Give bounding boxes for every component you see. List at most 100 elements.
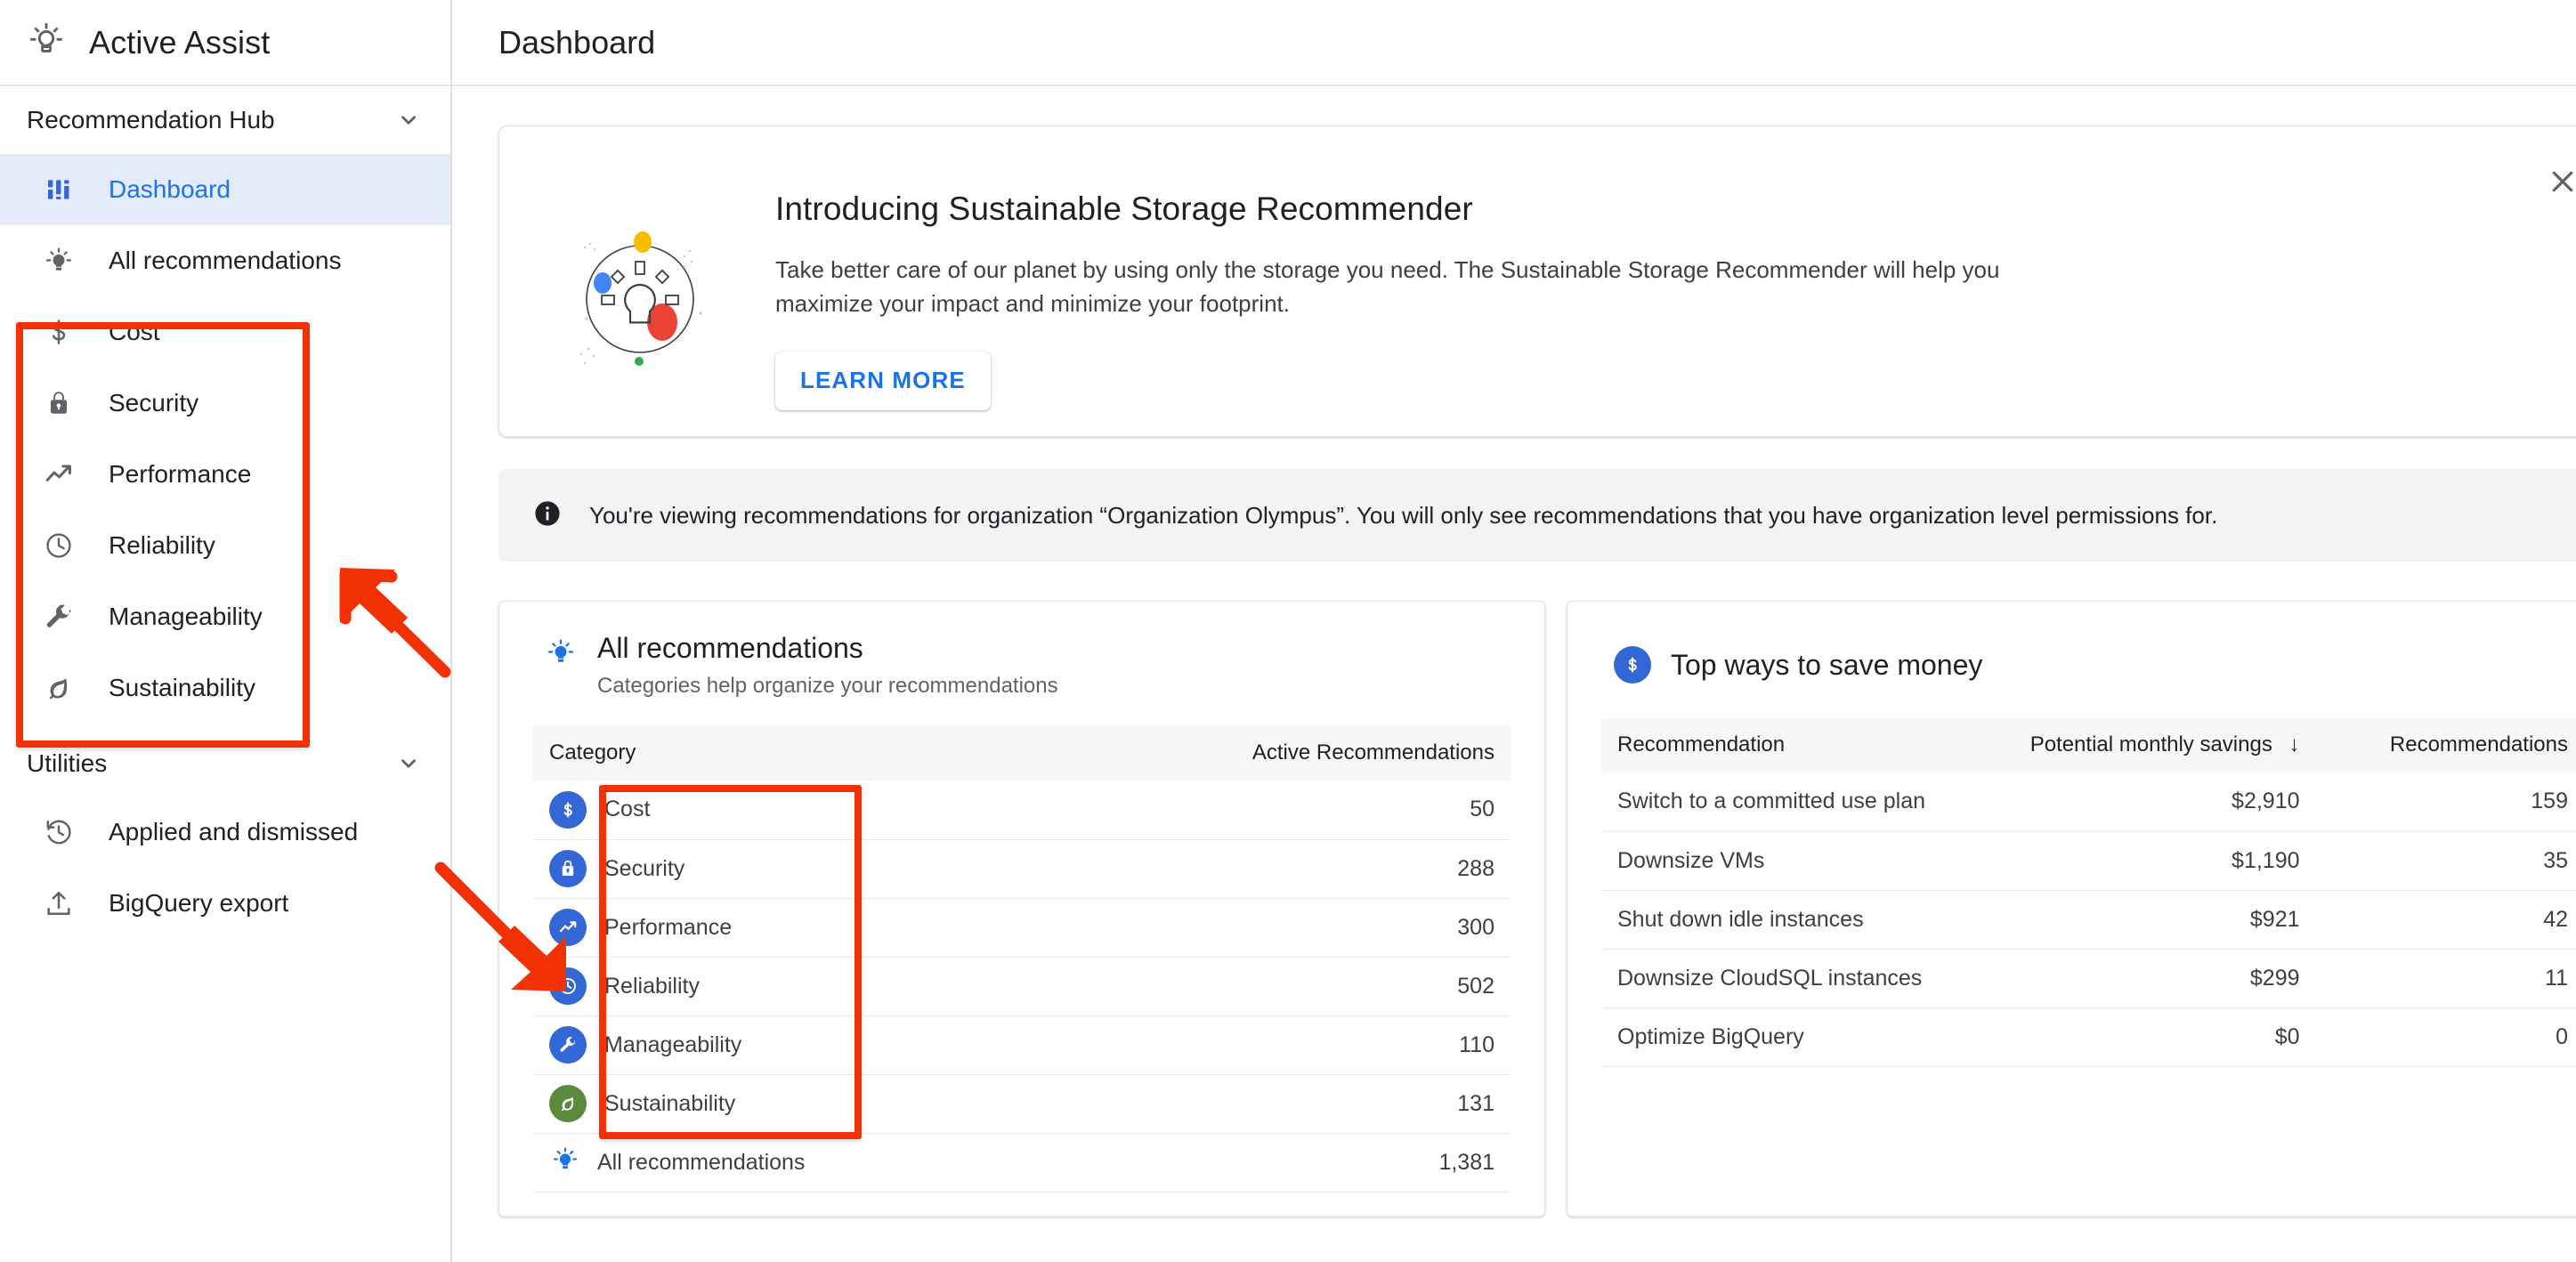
sidebar-item-label: Cost [109,318,160,345]
info-icon [532,498,563,533]
category-label: Reliability [604,973,700,999]
promo-body: Introducing Sustainable Storage Recommen… [738,162,2021,410]
categories-table: Category Active Recommendations Cost 50 … [533,725,1511,1193]
category-label: Performance [604,914,733,940]
trending-up-icon [43,458,75,490]
category-count: 110 [1033,1015,1511,1075]
table-row[interactable]: Switch to a committed use plan $2,910 15… [1601,773,2576,832]
dollar-badge-icon [549,790,587,829]
total-count: 1,381 [1033,1133,1511,1193]
savings-count: 42 [2351,890,2576,950]
table-header-row: Recommendation Potential monthly savings… [1601,717,2576,773]
category-count: 288 [1033,839,1511,899]
learn-more-button[interactable]: LEARN MORE [775,351,991,410]
promo-title: Introducing Sustainable Storage Recommen… [775,190,1473,227]
sidebar-item-label: Security [109,389,199,417]
savings-table: Recommendation Potential monthly savings… [1601,717,2576,1067]
savings-count: 11 [2351,949,2576,1008]
sidebar-item-label: Reliability [109,531,215,559]
sidebar-item-label: Performance [109,460,252,488]
savings-name: Downsize VMs [1601,831,1979,891]
sidebar-item-sustainability[interactable]: Sustainability [0,652,450,724]
sidebar-item-label: BigQuery export [109,889,289,917]
card-title: Top ways to save money [1671,648,1983,681]
active-assist-logo-icon [27,20,66,64]
top-savings-card: Top ways to save money Recommendation Po… [1567,601,2576,1217]
sidebar-item-cost[interactable]: Cost [0,296,450,368]
savings-amount: $2,910 [1978,773,2352,832]
clock-icon [43,530,75,562]
all-recommendations-card: All recommendations Categories help orga… [498,601,1545,1217]
nav-group-label: Recommendation Hub [27,106,275,133]
wrench-icon [43,601,75,633]
savings-name: Optimize BigQuery [1601,1007,1979,1067]
category-count: 502 [1033,957,1511,1016]
category-label: Cost [604,797,651,822]
table-row[interactable]: Performance 300 [533,898,1511,958]
sidebar-item-reliability[interactable]: Reliability [0,510,450,581]
clock-badge-icon [549,967,587,1005]
column-header-recommendations-count[interactable]: Recommendations [2351,717,2576,773]
sidebar-item-bigquery-export[interactable]: BigQuery export [0,868,450,939]
lock-icon [43,387,75,419]
savings-count: 159 [2351,773,2576,832]
app-root: Active Assist Recommendation Hub Dashboa… [0,0,2576,1262]
org-info-text: You're viewing recommendations for organ… [589,501,2218,529]
org-info-banner: You're viewing recommendations for organ… [498,469,2576,562]
table-row[interactable]: Reliability 502 [533,957,1511,1016]
page-title: Dashboard [498,23,656,61]
column-header-category[interactable]: Category [533,725,1034,781]
savings-amount: $921 [1978,890,2352,950]
cards-row: All recommendations Categories help orga… [498,601,2576,1217]
brand-title: Active Assist [89,23,271,61]
leaf-badge-icon [549,1085,587,1122]
close-icon[interactable] [2538,157,2576,206]
column-header-recommendation[interactable]: Recommendation [1601,717,1979,773]
main-panel: Dashboard Introducing Sustainable Storag… [452,0,2576,1262]
savings-name: Shut down idle instances [1601,890,1979,950]
table-row[interactable]: Cost 50 [533,781,1511,840]
content-area: Introducing Sustainable Storage Recommen… [452,86,2576,1217]
sidebar-item-all-recommendations[interactable]: All recommendations [0,225,450,296]
sidebar-item-security[interactable]: Security [0,368,450,439]
savings-amount: $0 [1978,1007,2352,1067]
table-row-total[interactable]: All recommendations 1,381 [533,1133,1511,1193]
sidebar-item-performance[interactable]: Performance [0,439,450,510]
sidebar-item-applied-and-dismissed[interactable]: Applied and dismissed [0,797,450,868]
savings-amount: $1,190 [1978,831,2352,891]
card-header: Top ways to save money [1601,646,2576,684]
lightbulb-circle-illustration [551,206,738,389]
table-row[interactable]: Shut down idle instances $921 42 [1601,890,2576,950]
nav-group-recommendation-hub[interactable]: Recommendation Hub [0,86,450,154]
table-header-row: Category Active Recommendations [533,725,1511,781]
table-row[interactable]: Manageability 110 [533,1015,1511,1075]
table-row[interactable]: Security 288 [533,839,1511,899]
column-header-potential-monthly-savings[interactable]: Potential monthly savings ↓ [1978,717,2352,773]
nav-group-label: Utilities [27,749,108,777]
sidebar-item-label: All recommendations [109,247,342,274]
column-header-active-recommendations[interactable]: Active Recommendations [1033,725,1511,781]
sort-descending-icon[interactable]: ↓ [2289,732,2300,756]
sidebar-item-label: Manageability [109,603,263,630]
table-row[interactable]: Downsize CloudSQL instances $299 11 [1601,949,2576,1008]
lightbulb-icon [43,245,75,277]
nav-group-utilities[interactable]: Utilities [0,731,450,797]
table-row[interactable]: Sustainability 131 [533,1074,1511,1134]
promo-banner: Introducing Sustainable Storage Recommen… [498,125,2576,437]
sidebar-item-manageability[interactable]: Manageability [0,581,450,652]
upload-icon [43,887,75,919]
savings-name: Switch to a committed use plan [1601,773,1979,832]
topbar: Dashboard [452,0,2576,86]
dollar-badge-icon [1614,646,1651,684]
table-row[interactable]: Downsize VMs $1,190 35 [1601,831,2576,891]
sidebar-item-dashboard[interactable]: Dashboard [0,154,450,225]
savings-count: 35 [2351,831,2576,891]
total-label: All recommendations [597,1149,806,1175]
promo-description: Take better care of our planet by using … [775,256,2000,318]
savings-amount: $299 [1978,949,2352,1008]
sidebar-item-label: Sustainability [109,674,255,701]
chevron-down-icon[interactable] [397,109,420,132]
table-row[interactable]: Optimize BigQuery $0 0 [1601,1007,2576,1067]
column-header-label: Potential monthly savings [2029,732,2272,756]
chevron-down-icon[interactable] [397,752,420,775]
